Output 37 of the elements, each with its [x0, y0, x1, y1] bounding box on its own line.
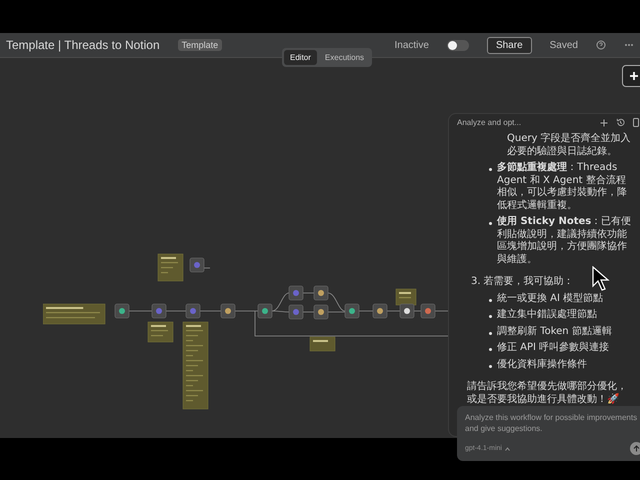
chat-title: Analyze and opt...: [457, 118, 522, 127]
active-toggle[interactable]: [446, 40, 469, 50]
plus-icon[interactable]: [600, 118, 608, 126]
list-item: 建立集中錯誤處理節點: [497, 309, 597, 322]
message-text: 請告訴我您希望優先做哪部分優化，或是否要我協助進行具體改動！🚀: [467, 381, 628, 406]
view-tab[interactable]: Editor: [284, 50, 317, 65]
add-node-button[interactable]: [622, 65, 640, 87]
send-button[interactable]: [630, 442, 640, 455]
save-status: Saved: [550, 40, 578, 50]
message-text: Query 字段是否齊全並加入必要的驗證與日誌紀錄。: [507, 133, 632, 158]
caret-icon: [504, 446, 510, 450]
bullet-icon: [489, 168, 492, 171]
help-icon[interactable]: [596, 40, 606, 50]
list-item: 修正 API 呼叫參數與連接: [497, 342, 610, 354]
list-item: 使用 Sticky Notes：已有便利貼做說明，建議持續依功能區塊增加說明，方便團隊協作與維護。: [497, 216, 632, 266]
mouse-cursor-icon: [592, 266, 610, 292]
list-item: 優化資料庫操作條件: [497, 358, 587, 371]
panel-icon[interactable]: [633, 118, 639, 127]
bullet-icon: [489, 348, 492, 351]
share-button[interactable]: Share: [486, 36, 532, 54]
input-text: Analyze this workflow for possible improvements and give suggestions.: [465, 412, 638, 434]
list-item: 多節點重複處理：Threads Agent 和 X Agent 整合流程相似，可以考慮封裝動作，降低程式邏輯重複。: [497, 162, 628, 212]
plus-icon: [629, 71, 639, 81]
workflow-title: Template | Threads to Notion: [6, 38, 160, 52]
bullet-icon: [489, 222, 492, 225]
bullet-icon: [489, 364, 492, 368]
active-label: Inactive: [394, 40, 429, 50]
bullet-icon: [489, 298, 492, 302]
numbered-item: 3. 若需要，我可協助：: [471, 276, 574, 288]
template-tag: Template: [178, 39, 222, 51]
bullet-icon: [489, 315, 492, 318]
bullet-icon: [489, 332, 492, 334]
list-item: 調整刷新 Token 節點邏輯: [497, 326, 612, 338]
more-icon[interactable]: [624, 43, 634, 47]
list-item: 統一或更換 AI 模型節點: [497, 292, 604, 305]
history-icon[interactable]: [616, 118, 625, 127]
view-tab[interactable]: Executions: [318, 50, 370, 65]
